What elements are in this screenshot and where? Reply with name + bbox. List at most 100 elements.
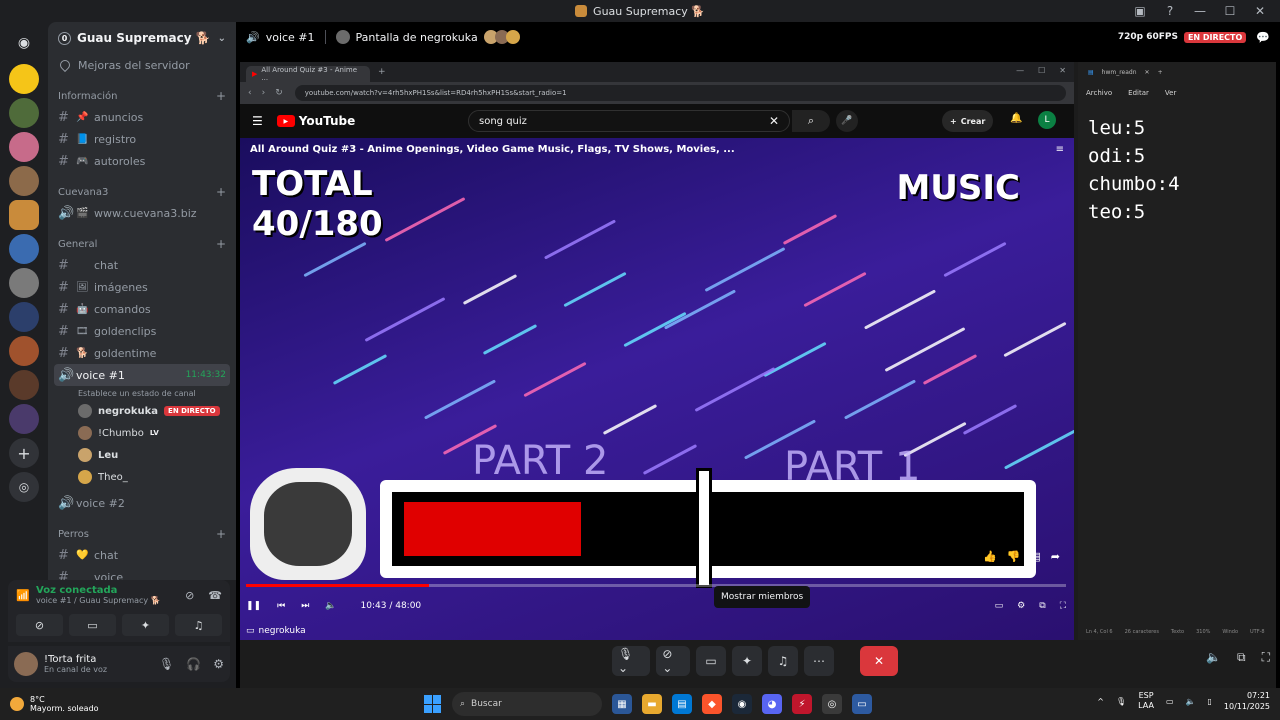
subtitles-icon[interactable]: ▭: [995, 601, 1004, 611]
direct-messages-icon[interactable]: ◉: [9, 28, 39, 58]
help-icon[interactable]: ?: [1162, 4, 1178, 18]
pause-icon[interactable]: ❚❚: [246, 601, 261, 611]
add-channel-icon[interactable]: +: [216, 89, 226, 103]
channel-item[interactable]: # 🎮 autoroles: [48, 150, 236, 172]
channel-item[interactable]: # 🎞 goldenclips: [48, 320, 236, 342]
volume-icon[interactable]: 🔈: [1206, 650, 1221, 665]
voice-channel-active[interactable]: 🔊 voice #1 11:43:32: [54, 364, 230, 386]
remote-desktop-icon[interactable]: ▭: [852, 694, 872, 714]
volume-icon[interactable]: 🔈: [1186, 697, 1196, 706]
new-tab-icon[interactable]: +: [1158, 69, 1163, 76]
server-boost-link[interactable]: Mejoras del servidor: [48, 54, 236, 76]
voice-member[interactable]: negrokuka EN DIRECTO: [48, 400, 236, 422]
voice-member[interactable]: Leu: [48, 444, 236, 466]
server-icon[interactable]: [9, 268, 39, 298]
discord-icon[interactable]: ◕: [762, 694, 782, 714]
miniplayer-icon[interactable]: ⧉: [1039, 601, 1045, 611]
clear-search-icon[interactable]: ✕: [769, 114, 779, 128]
video-progress-bar[interactable]: [246, 584, 1066, 587]
fullscreen-icon[interactable]: ⛶: [1060, 601, 1066, 611]
channel-item[interactable]: # 🖼 imágenes: [48, 276, 236, 298]
more-button[interactable]: ⋯: [804, 646, 834, 676]
category-header[interactable]: Cuevana3 +: [48, 182, 236, 202]
back-icon[interactable]: ‹: [248, 88, 252, 98]
add-channel-icon[interactable]: +: [216, 237, 226, 251]
address-bar[interactable]: youtube.com/watch?v=4rh5hxPH1Ss&list=RD4…: [294, 85, 1066, 101]
server-icon[interactable]: [9, 302, 39, 332]
server-icon[interactable]: [9, 98, 39, 128]
category-header[interactable]: Información +: [48, 86, 236, 106]
fullscreen-icon[interactable]: ⛶: [1262, 650, 1270, 665]
previous-icon[interactable]: ⏮: [277, 601, 285, 611]
notepad-tab[interactable]: ▤ hwm_readn ✕ +: [1078, 62, 1276, 82]
popout-icon[interactable]: ⧉: [1237, 650, 1246, 665]
server-icon[interactable]: [9, 404, 39, 434]
settings-icon[interactable]: ⚙: [1017, 601, 1025, 611]
channel-item[interactable]: # 📘 registro: [48, 128, 236, 150]
signal-icon[interactable]: 📶: [16, 589, 36, 602]
menu-icon[interactable]: ☰: [252, 114, 263, 128]
noise-suppression-icon[interactable]: ⊘: [185, 589, 194, 602]
create-button[interactable]: + Crear: [942, 110, 994, 132]
weather-widget[interactable]: 8°C Mayorm. soleado: [0, 695, 99, 713]
playlist-icon[interactable]: ≡: [1056, 144, 1064, 155]
server-icon[interactable]: [9, 234, 39, 264]
channel-item[interactable]: # 💛 chat: [48, 544, 236, 566]
chat-icon[interactable]: 💬: [1256, 31, 1270, 44]
like-icon[interactable]: 👍: [983, 550, 997, 563]
server-icon-active[interactable]: [9, 200, 39, 230]
channel-item[interactable]: # chat: [48, 254, 236, 276]
disconnect-button[interactable]: ✕: [860, 646, 898, 676]
share-screen-button[interactable]: ▭: [696, 646, 726, 676]
microphone-icon[interactable]: 🎙: [1116, 697, 1126, 706]
server-icon[interactable]: [9, 166, 39, 196]
add-channel-icon[interactable]: +: [216, 527, 226, 541]
dislike-icon[interactable]: 👎: [1007, 550, 1021, 563]
video-player[interactable]: All Around Quiz #3 - Anime Openings, Vid…: [240, 138, 1074, 640]
add-channel-icon[interactable]: +: [216, 185, 226, 199]
soundboard-button[interactable]: ♫: [768, 646, 798, 676]
category-header[interactable]: Perros +: [48, 524, 236, 544]
reload-icon[interactable]: ↻: [275, 88, 283, 98]
search-input[interactable]: song quiz ✕: [468, 110, 790, 132]
channel-status-hint[interactable]: Establece un estado de canal: [48, 386, 236, 400]
disconnect-icon[interactable]: ☎: [208, 589, 222, 602]
clock[interactable]: 07:21 10/11/2025: [1224, 690, 1270, 712]
taskbar-search[interactable]: ⌕ Buscar: [452, 692, 602, 716]
file-explorer-icon[interactable]: ▬: [642, 694, 662, 714]
share-screen-button[interactable]: ▭: [69, 614, 116, 636]
headphones-icon[interactable]: 🎧: [186, 657, 201, 671]
gear-icon[interactable]: ⚙: [213, 657, 224, 671]
channel-item[interactable]: # 🐕 goldentime: [48, 342, 236, 364]
close-button[interactable]: ✕: [1252, 4, 1268, 18]
close-tab-icon[interactable]: ✕: [1145, 69, 1150, 76]
voice-member[interactable]: Theo_: [48, 466, 236, 488]
chevron-up-icon[interactable]: ^: [1097, 697, 1104, 706]
activities-button[interactable]: ✦: [122, 614, 169, 636]
close-button[interactable]: ✕: [1059, 66, 1066, 75]
maximize-button[interactable]: ☐: [1222, 4, 1238, 18]
menu-edit[interactable]: Editar: [1128, 89, 1149, 97]
menu-view[interactable]: Ver: [1165, 89, 1176, 97]
battery-icon[interactable]: ▯: [1207, 697, 1211, 706]
channel-item[interactable]: # voice: [48, 566, 236, 581]
avatar[interactable]: [14, 652, 38, 676]
server-icon[interactable]: [9, 132, 39, 162]
next-icon[interactable]: ⏭: [301, 601, 309, 611]
soundboard-button[interactable]: ♫: [175, 614, 222, 636]
server-header[interactable]: 0 Guau Supremacy 🐕 ⌄: [48, 22, 236, 54]
camera-button[interactable]: ⊘ ⌄: [656, 646, 690, 676]
notepad-text-area[interactable]: leu:5 odi:5 chumbo:4 teo:5: [1078, 104, 1276, 236]
channel-item[interactable]: # 🤖 comandos: [48, 298, 236, 320]
app-icon[interactable]: ⚡: [792, 694, 812, 714]
notifications-icon[interactable]: 🔔: [1010, 113, 1022, 124]
forward-icon[interactable]: ›: [262, 88, 266, 98]
language-indicator[interactable]: ESP LAA: [1138, 691, 1154, 711]
avatar[interactable]: L: [1038, 111, 1056, 129]
steam-icon[interactable]: ◉: [732, 694, 752, 714]
explore-icon[interactable]: ◎: [9, 472, 39, 502]
menu-file[interactable]: Archivo: [1086, 89, 1112, 97]
microphone-icon[interactable]: 🎙: [159, 657, 174, 671]
volume-icon[interactable]: 🔈: [325, 601, 336, 611]
windows-start-icon[interactable]: [424, 695, 442, 713]
